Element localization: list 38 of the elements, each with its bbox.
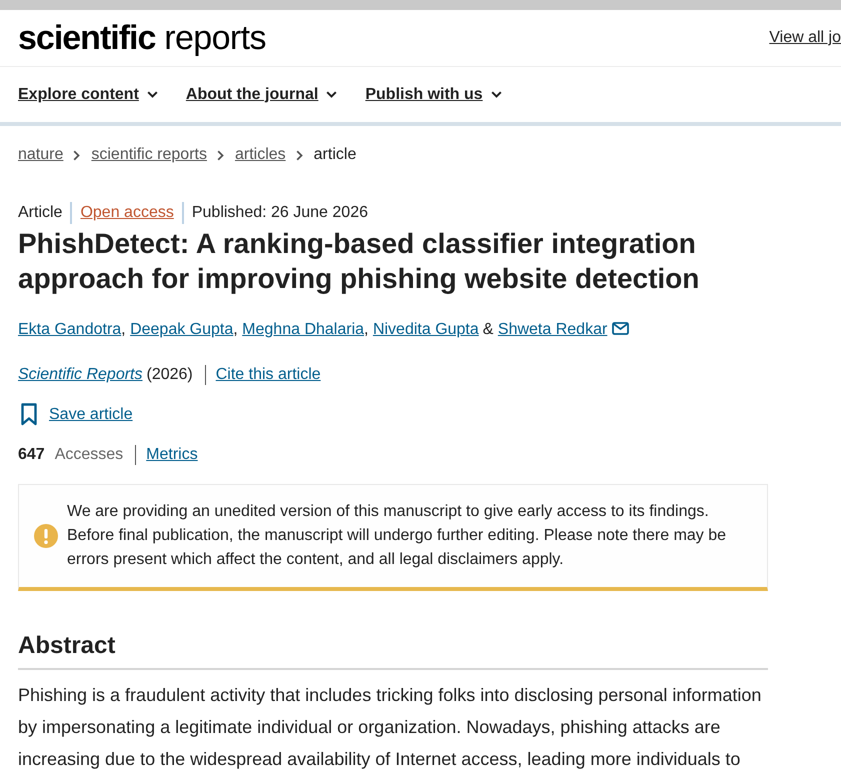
open-access-link[interactable]: Open access <box>80 203 174 223</box>
chevron-right-icon <box>216 150 224 160</box>
author-link[interactable]: Meghna Dhalaria <box>242 321 364 338</box>
notice-text: We are providing an unedited version of this manuscript to give early access to its findings. Before final publication, the manuscript will undergo further editing. Please note there may be errors present which affect the content, and all legal disclaimers apply. <box>67 502 728 570</box>
author-link[interactable]: Nivedita Gupta <box>372 321 479 338</box>
author-link[interactable]: Ekta Gandotra <box>18 321 122 338</box>
name-separator: & <box>482 321 494 338</box>
view-all-link[interactable]: View all jo <box>769 28 841 48</box>
nav-menu-button[interactable]: Publish with us <box>365 84 502 104</box>
breadcrumb-link[interactable]: articles <box>234 145 286 165</box>
article-type: Article <box>18 203 62 223</box>
access-count: 647 <box>18 445 45 465</box>
publication-date: Published: 26 June 2026 <box>192 203 368 223</box>
cite-link[interactable]: Cite this article <box>216 365 321 385</box>
abstract-text: Phishing is a fraudulent activity that includes tricking folks into disclosing personal information by impersonating a legitimate individual or organization. Nowadays, phishing attacks are increasing due to the widespread availability of Internet access, leading more individuals to <box>18 684 762 771</box>
article-title: PhishDetect: A ranking-based classifier integration approach for improving phishing website detection <box>18 227 700 296</box>
nav-menu-button[interactable]: About the journal <box>186 84 338 104</box>
breadcrumb-link[interactable]: nature <box>18 145 64 165</box>
author-link[interactable]: Deepak Gupta <box>130 321 234 338</box>
name-separator: , <box>233 321 238 338</box>
save-article-button[interactable]: Save article <box>18 403 133 426</box>
chevron-right-icon <box>73 150 80 160</box>
breadcrumb-link[interactable]: scientific reports <box>91 145 207 165</box>
name-separator: , <box>364 321 368 338</box>
metrics-link[interactable]: Metrics <box>146 445 198 465</box>
accesses-label: Accesses <box>54 445 124 465</box>
exclamation-icon <box>34 524 58 548</box>
mail-icon[interactable] <box>612 322 630 335</box>
breadcrumb-current: article <box>314 145 356 165</box>
publication-year: (2026) <box>146 365 193 385</box>
author-link[interactable]: Shweta Redkar <box>498 321 608 338</box>
section-heading: Abstract <box>18 631 116 661</box>
chevron-right-icon <box>296 150 303 160</box>
journal-link[interactable]: Scientific Reports <box>18 365 142 385</box>
bookmark-icon <box>21 403 37 426</box>
name-separator: , <box>121 321 126 338</box>
journal-logo[interactable]: scientific reports <box>18 19 266 57</box>
nav-menu-button[interactable]: Explore content <box>18 84 158 104</box>
